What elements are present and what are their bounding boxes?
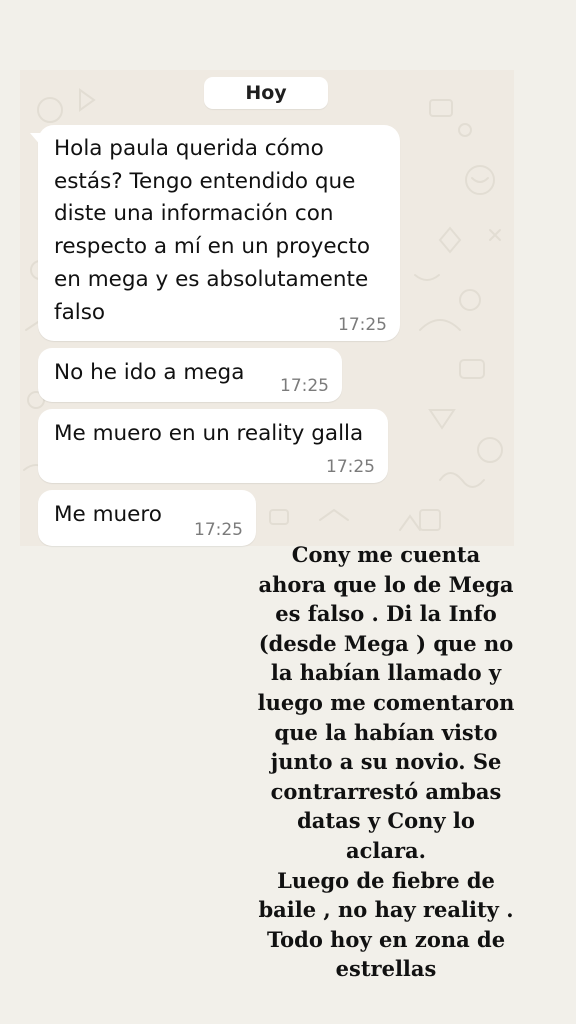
caption-line: datas y Cony lo <box>297 808 475 834</box>
message-line: Hola paula querida cómo <box>54 136 324 161</box>
caption-line: es falso . Di la Info <box>275 601 497 627</box>
message-bubble[interactable]: Me muero 17:25 <box>38 490 256 546</box>
caption-line: Cony me cuenta <box>291 542 481 567</box>
bubble-tail <box>30 133 42 161</box>
story-caption: Cony me cuenta ahora que lo de Mega es f… <box>236 540 536 984</box>
message-text: Me muero en un reality galla <box>54 421 364 446</box>
caption-line: luego me comentaron <box>257 689 515 715</box>
caption-line: la habían llamado y <box>270 660 502 686</box>
message-line: en mega y es absolutamente <box>54 266 369 292</box>
caption-line: aclara. <box>346 837 426 863</box>
message-bubble[interactable]: Hola paula querida cómo estás? Tengo ent… <box>30 125 400 341</box>
caption-line: estrellas <box>335 956 437 982</box>
message-bubble[interactable]: Me muero en un reality galla 17:25 <box>38 409 388 483</box>
date-chip: Hoy <box>204 77 328 109</box>
caption-line: contrarrestó ambas <box>270 778 502 804</box>
message-timestamp: 17:25 <box>194 520 243 540</box>
caption-line: Todo hoy en zona de <box>266 926 506 952</box>
message-bubble[interactable]: No he ido a mega 17:25 <box>38 348 342 402</box>
message-line: estás? Tengo entendido que <box>54 168 356 194</box>
caption-line: junto a su novio. Se <box>270 749 502 775</box>
message-line: diste una información con <box>54 201 334 227</box>
caption-line: que la habían visto <box>274 719 498 745</box>
message-timestamp: 17:25 <box>280 376 329 396</box>
message-text: Me muero <box>54 502 162 527</box>
caption-line: baile , no hay reality . <box>258 897 514 923</box>
message-line: respecto a mí en un proyecto <box>54 234 370 260</box>
message-timestamp: 17:25 <box>338 315 387 335</box>
message-line: falso <box>54 299 106 325</box>
caption-line: (desde Mega ) que no <box>258 630 514 656</box>
caption-line: Luego de fiebre de <box>277 867 495 893</box>
caption-line: ahora que lo de Mega <box>258 571 514 597</box>
message-timestamp: 17:25 <box>326 457 375 477</box>
message-text: Hola paula querida cómo estás? Tengo ent… <box>54 133 370 329</box>
message-text: No he ido a mega <box>54 360 245 385</box>
